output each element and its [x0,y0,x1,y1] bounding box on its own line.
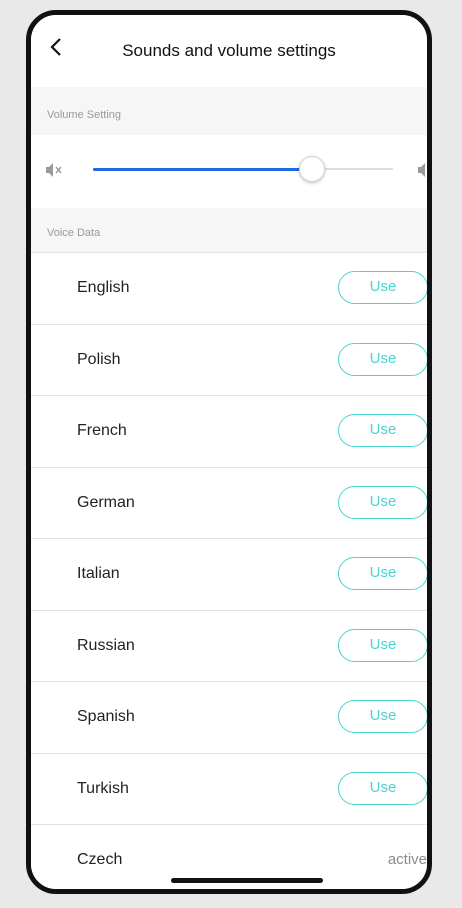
list-item: Czech active [31,824,427,889]
header-bar: Sounds and volume settings [31,15,427,87]
language-label: Czech [77,851,123,868]
section-header-volume: Volume Setting [31,87,427,135]
language-label: Polish [77,350,121,368]
phone-frame: Sounds and volume settings Volume Settin… [26,10,432,894]
list-item: Italian Use [31,538,427,610]
speaker-mute-icon [45,161,63,179]
use-button[interactable]: Use [338,771,427,805]
list-item: Spanish Use [31,681,427,753]
list-item: French Use [31,395,427,467]
section-header-voice: Voice Data [31,208,427,252]
volume-slider-track[interactable] [93,156,393,182]
language-label: Spanish [77,708,135,725]
list-item: English Use [31,252,427,324]
language-label: Russian [77,636,135,654]
language-label: French [77,422,127,439]
volume-slider-thumb[interactable] [299,156,325,182]
use-button[interactable]: Use [338,557,427,590]
page-title: Sounds and volume settings [122,41,336,60]
language-label: German [77,493,135,511]
language-label: Turkish [77,779,129,797]
use-button[interactable]: Use [338,271,427,304]
list-item: Polish Use [31,323,427,395]
home-indicator[interactable] [171,878,323,883]
voice-list: English Use Polish Use French Use German Use Ita… [31,252,427,889]
use-button[interactable]: Use [338,342,427,376]
use-button[interactable]: Use [338,628,427,662]
use-button[interactable]: Use [338,485,427,519]
volume-slider-row [31,135,427,208]
volume-slider-fill [93,167,312,171]
use-button[interactable]: Use [338,414,427,447]
speaker-loud-icon [417,161,427,179]
language-label: Italian [77,565,120,582]
active-status: active [387,851,427,868]
language-label: English [77,279,130,296]
use-button[interactable]: Use [338,700,427,733]
list-item: Russian Use [31,609,427,681]
list-item: Turkish Use [31,752,427,824]
list-item: German Use [31,466,427,538]
